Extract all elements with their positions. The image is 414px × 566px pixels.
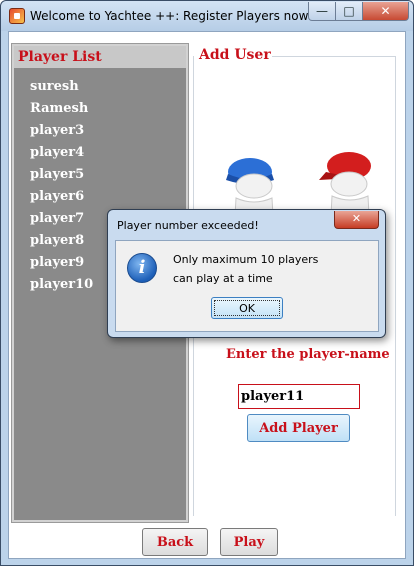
player-list-item[interactable]: player10 (30, 274, 93, 296)
player-list-title: Player List (18, 49, 102, 65)
player-list-item[interactable]: player6 (30, 186, 93, 208)
player-list-item[interactable]: suresh (30, 76, 93, 98)
title-bar[interactable]: Welcome to Yachtee ++: Register Players … (1, 1, 413, 31)
player-list-header: Player List (14, 46, 186, 68)
ok-button[interactable]: OK (211, 297, 283, 319)
player-list-item[interactable]: player8 (30, 230, 93, 252)
window-title: Welcome to Yachtee ++: Register Players … (30, 9, 314, 23)
player-list-item[interactable]: player4 (30, 142, 93, 164)
add-player-button[interactable]: Add Player (247, 414, 350, 442)
app-dice-icon (9, 8, 25, 24)
caption-buttons: — □ ✕ (308, 2, 409, 22)
player-list-item[interactable]: player9 (30, 252, 93, 274)
group-border-right (395, 56, 396, 516)
group-border-top (272, 56, 396, 57)
close-button[interactable]: ✕ (363, 2, 409, 21)
minimize-button[interactable]: — (308, 2, 336, 21)
maximize-button[interactable]: □ (336, 2, 363, 21)
back-button[interactable]: Back (142, 528, 208, 556)
play-button[interactable]: Play (220, 528, 278, 556)
info-icon: i (127, 253, 157, 283)
player-list-item[interactable]: player7 (30, 208, 93, 230)
player-name-input[interactable] (238, 384, 360, 409)
player-list-item[interactable]: Ramesh (30, 98, 93, 120)
player-list-item[interactable]: player5 (30, 164, 93, 186)
dialog-close-button[interactable]: ✕ (334, 211, 379, 229)
player-list: suresh Ramesh player3 player4 player5 pl… (30, 76, 93, 296)
player-limit-dialog: Player number exceeded! ✕ i Only maximum… (107, 209, 386, 338)
player-list-item[interactable]: player3 (30, 120, 93, 142)
dialog-message-line2: can play at a time (173, 272, 273, 285)
dialog-title: Player number exceeded! (117, 219, 259, 232)
dialog-message-line1: Only maximum 10 players (173, 253, 319, 266)
dialog-body: i Only maximum 10 players can play at a … (115, 240, 379, 332)
add-user-title: Add User (199, 47, 271, 63)
enter-player-name-label: Enter the player-name (226, 347, 390, 362)
